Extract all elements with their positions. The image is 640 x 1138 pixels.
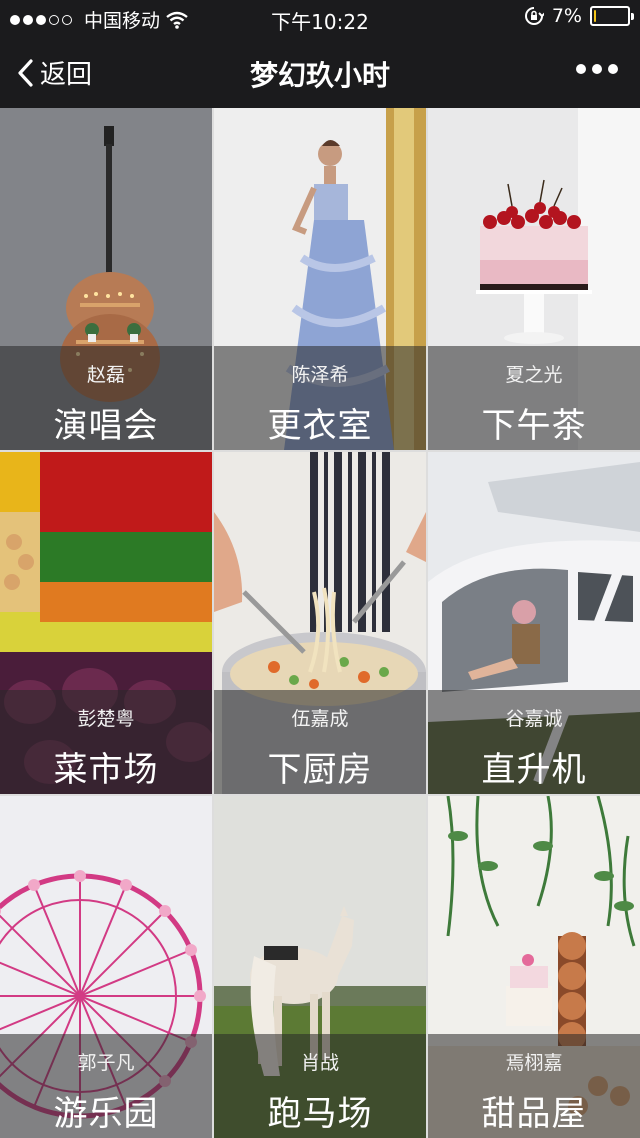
tile-title: 下厨房 (267, 750, 373, 790)
nav-bar: 返回 梦幻玖小时 (0, 36, 640, 108)
page-title: 梦幻玖小时 (249, 59, 390, 92)
tile-concert[interactable]: 赵磊 演唱会 (0, 108, 212, 450)
member-name: 赵磊 (86, 364, 125, 386)
tile-caption: 郭子凡 游乐园 (0, 1034, 212, 1138)
member-name: 伍嘉成 (291, 708, 349, 730)
tile-dressing-room[interactable]: 陈泽希 更衣室 (214, 108, 426, 450)
tile-amusement-park[interactable]: 郭子凡 游乐园 (0, 796, 212, 1138)
tile-caption: 赵磊 演唱会 (0, 346, 212, 450)
battery-level (594, 10, 596, 22)
status-right: 7% (524, 5, 634, 27)
tile-dessert-house[interactable]: 焉栩嘉 甜品屋 (428, 796, 640, 1138)
status-bar: 中国移动 下午10:22 7% (0, 0, 640, 36)
tile-caption: 夏之光 下午茶 (428, 346, 640, 450)
rotation-lock-icon (524, 7, 544, 25)
tile-caption: 彭楚粤 菜市场 (0, 690, 212, 794)
tile-helicopter[interactable]: 谷嘉诚 直升机 (428, 452, 640, 794)
member-name: 焉栩嘉 (505, 1052, 563, 1074)
tile-title: 甜品屋 (481, 1094, 587, 1134)
more-dots-icon[interactable] (576, 64, 618, 74)
tile-title: 直升机 (481, 750, 587, 790)
member-name: 肖战 (300, 1052, 339, 1074)
battery-icon (590, 6, 634, 26)
member-name: 郭子凡 (77, 1052, 135, 1074)
tile-grid: 赵磊 演唱会 陈泽希 更衣室 夏之光 下午茶 彭楚粤 菜市场 伍嘉成 下厨房 谷… (0, 108, 640, 1138)
tile-caption: 肖战 跑马场 (214, 1034, 426, 1138)
member-name: 彭楚粤 (77, 708, 135, 730)
tile-caption: 谷嘉诚 直升机 (428, 690, 640, 794)
battery-percent: 7% (551, 5, 582, 27)
member-name: 陈泽希 (291, 364, 349, 386)
tile-title: 游乐园 (53, 1094, 159, 1134)
tile-title: 更衣室 (267, 406, 373, 446)
tile-kitchen[interactable]: 伍嘉成 下厨房 (214, 452, 426, 794)
member-name: 谷嘉诚 (505, 708, 563, 730)
tile-racecourse[interactable]: 肖战 跑马场 (214, 796, 426, 1138)
tile-market[interactable]: 彭楚粤 菜市场 (0, 452, 212, 794)
tile-title: 跑马场 (267, 1094, 373, 1134)
tile-title: 下午茶 (481, 406, 587, 446)
member-name: 夏之光 (505, 364, 563, 386)
tile-afternoon-tea[interactable]: 夏之光 下午茶 (428, 108, 640, 450)
tile-caption: 焉栩嘉 甜品屋 (428, 1034, 640, 1138)
tile-title: 菜市场 (53, 750, 159, 790)
tile-caption: 伍嘉成 下厨房 (214, 690, 426, 794)
tile-caption: 陈泽希 更衣室 (214, 346, 426, 450)
tile-title: 演唱会 (53, 406, 159, 446)
